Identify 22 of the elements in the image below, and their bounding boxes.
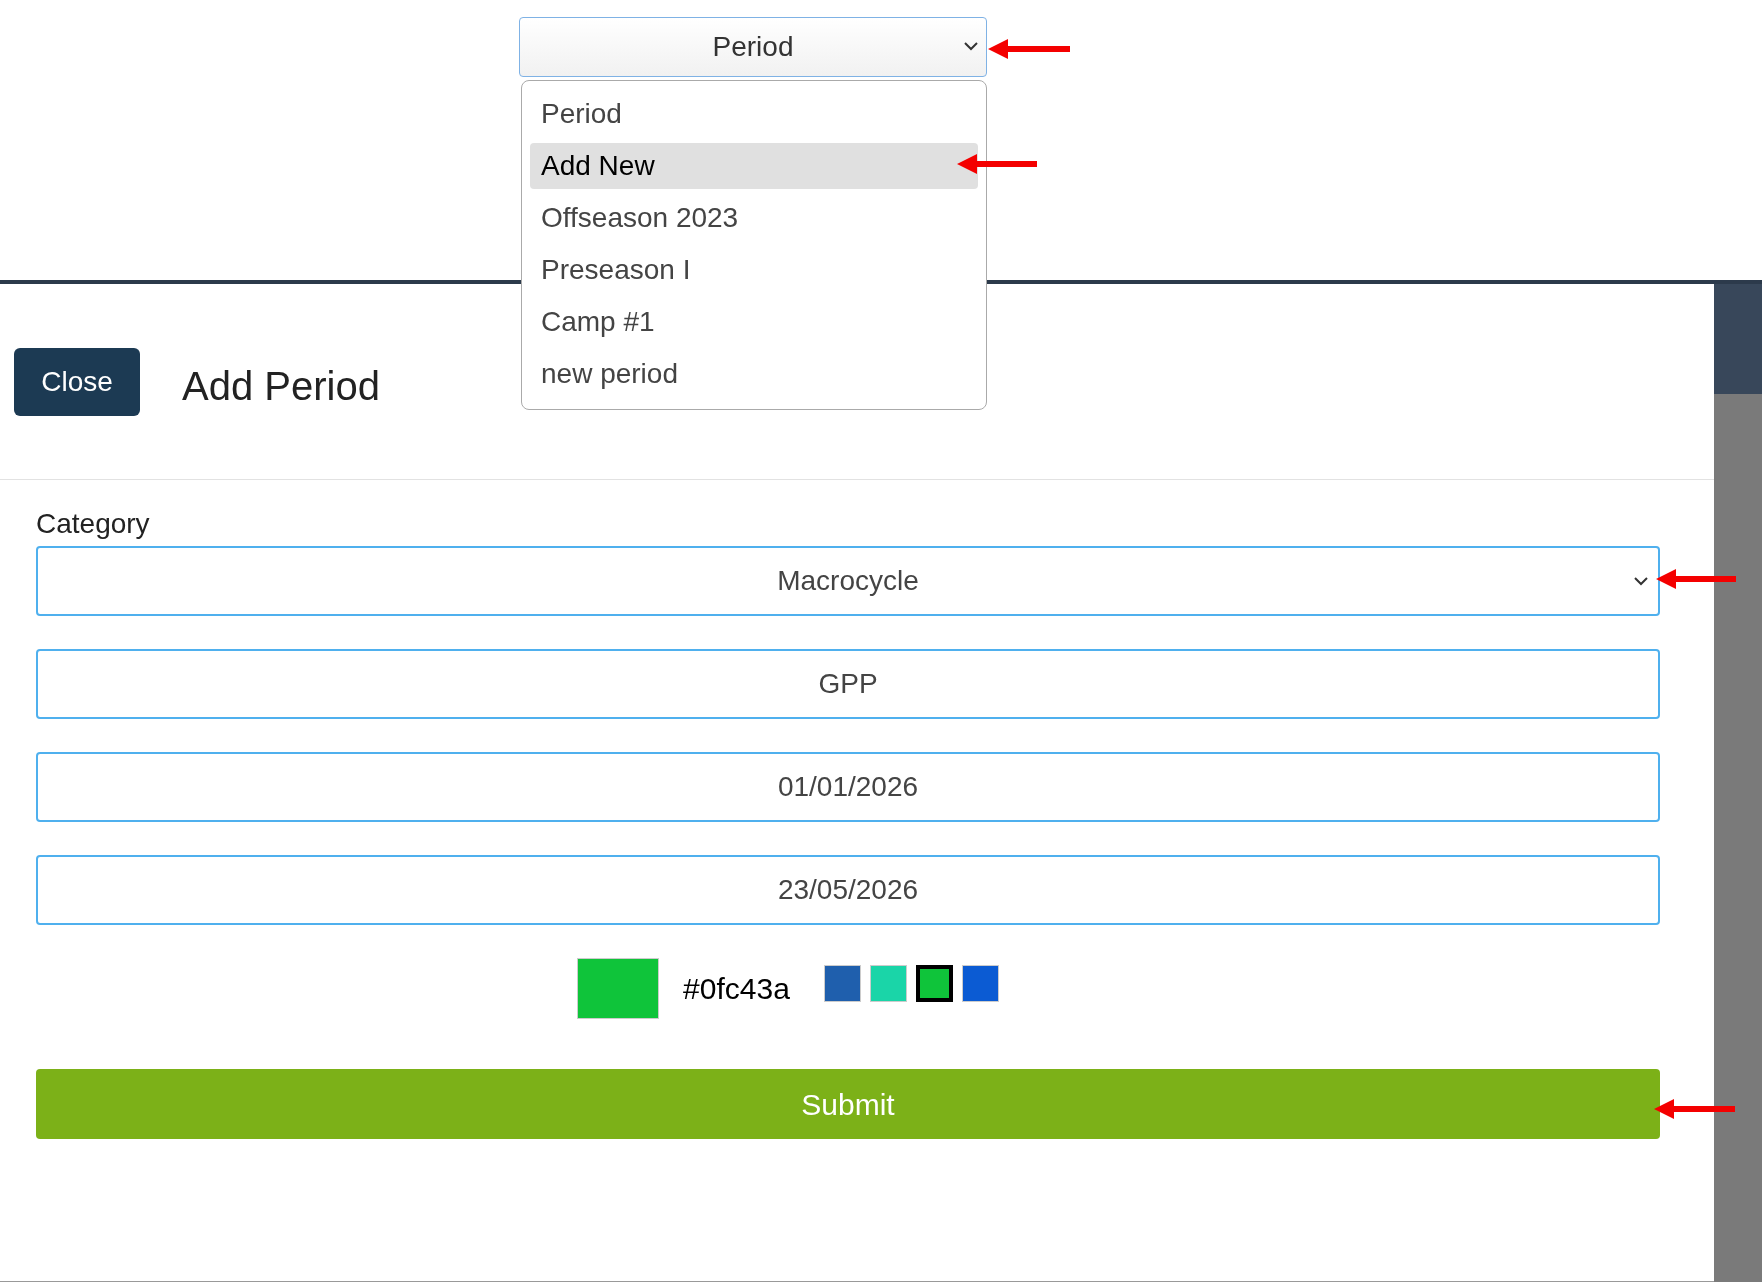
dropdown-option[interactable]: Offseason 2023 <box>530 195 978 241</box>
dropdown-option[interactable]: Preseason I <box>530 247 978 293</box>
pointer-arrow-icon <box>957 154 1037 174</box>
dropdown-option[interactable]: Add New <box>530 143 978 189</box>
text-field[interactable]: 23/05/2026 <box>36 855 1660 925</box>
text-field[interactable]: 01/01/2026 <box>36 752 1660 822</box>
category-select[interactable]: Macrocycle <box>36 546 1660 616</box>
color-hex-value: #0fc43a <box>683 971 790 1007</box>
pointer-arrow-icon <box>1656 569 1736 589</box>
category-label: Category <box>36 507 151 541</box>
dropdown-option[interactable]: new period <box>530 351 978 397</box>
dropdown-option[interactable]: Camp #1 <box>530 299 978 345</box>
modal-title: Add Period <box>182 363 380 410</box>
text-field[interactable]: GPP <box>36 649 1660 719</box>
chevron-down-icon <box>964 42 978 51</box>
color-swatch[interactable] <box>915 965 953 1002</box>
pointer-arrow-icon <box>988 39 1070 59</box>
chevron-down-icon <box>1634 577 1648 586</box>
close-button[interactable]: Close <box>14 348 140 416</box>
dropdown-option[interactable]: Period <box>530 91 978 137</box>
period-select[interactable]: Period <box>519 17 987 77</box>
pointer-arrow-icon <box>1654 1099 1735 1119</box>
